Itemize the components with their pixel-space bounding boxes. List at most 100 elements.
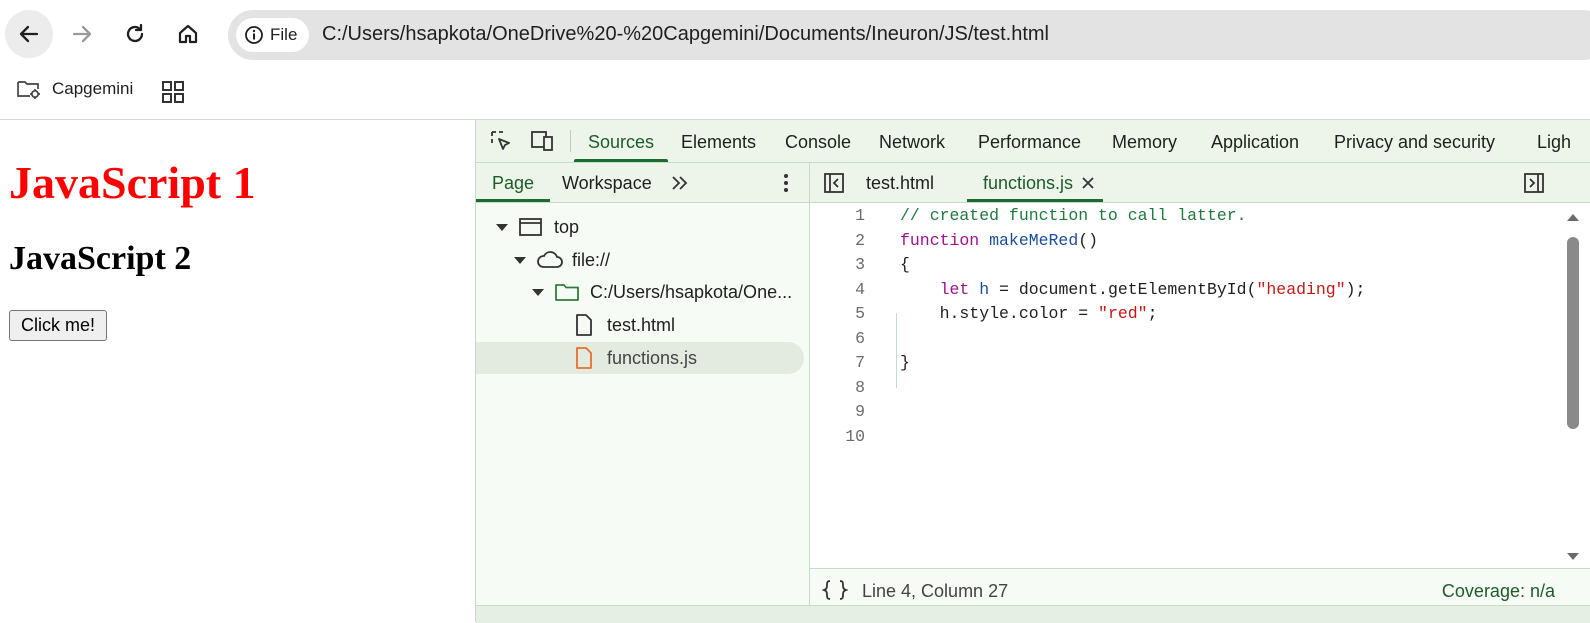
tab-memory[interactable]: Memory: [1112, 120, 1177, 162]
tree-item-test-html[interactable]: test.html: [476, 309, 804, 341]
js-file-icon: [576, 347, 592, 369]
code-text: function makeMeRed(): [900, 230, 1099, 250]
scrollbar-thumb[interactable]: [1567, 237, 1579, 429]
reload-button[interactable]: [111, 10, 159, 58]
tab-performance[interactable]: Performance: [978, 120, 1081, 162]
code-text: h.style.color = "red";: [900, 304, 1158, 323]
tab-separator: [570, 130, 571, 152]
heading-javascript-1: JavaScript 1: [9, 157, 256, 208]
code-text: {: [900, 255, 910, 274]
tab-application[interactable]: Application: [1211, 120, 1299, 162]
navigator-tabs: Page Workspace: [475, 163, 809, 203]
expand-triangle-icon[interactable]: [532, 288, 544, 296]
bookmark-label: Capgemini: [52, 79, 134, 98]
line-number: 1: [855, 206, 865, 225]
tree-item-label: C:/Users/hsapkota/One...: [590, 281, 793, 302]
editor-tab-functions-js[interactable]: functions.js: [966, 163, 1104, 202]
url-text[interactable]: C:/Users/hsapkota/OneDrive%20-%20Capgemi…: [322, 23, 1049, 46]
code-area[interactable]: 1 // created function to call latter. 2 …: [810, 203, 1590, 563]
tree-item-label: file://: [572, 249, 611, 270]
expand-triangle-icon[interactable]: [496, 223, 508, 231]
editor-tab-label: functions.js: [983, 173, 1074, 193]
line-number: 8: [855, 377, 865, 397]
tree-item-top[interactable]: top: [476, 211, 804, 243]
more-tabs-chevron-icon[interactable]: [669, 173, 691, 193]
info-icon: [245, 26, 263, 44]
bookmarks-bar: Capgemini: [0, 68, 1590, 120]
close-icon[interactable]: [1081, 176, 1095, 190]
tree-item-label: functions.js: [607, 347, 698, 368]
reload-icon: [126, 23, 144, 43]
navigator-tab-workspace[interactable]: Workspace: [562, 163, 652, 202]
click-me-button[interactable]: Click me!: [9, 310, 108, 341]
code-text: }: [900, 353, 910, 372]
devtools-panel: Sources Elements Console Network Perform…: [475, 120, 1590, 623]
home-button[interactable]: [164, 10, 212, 58]
cursor-position: Line 4, Column 27: [862, 581, 1009, 601]
code-text: // created function to call latter.: [900, 206, 1247, 225]
code-line: 7 }: [810, 350, 1570, 374]
tab-elements[interactable]: Elements: [681, 120, 756, 162]
source-editor: test.html functions.js 1 // created func…: [810, 163, 1590, 622]
kebab-menu-icon[interactable]: [776, 172, 796, 194]
tab-sources[interactable]: Sources: [573, 120, 669, 162]
devtools-tab-bar: Sources Elements Console Network Perform…: [476, 120, 1590, 163]
tree-item-file-origin[interactable]: file://: [476, 244, 804, 276]
code-line: 5 h.style.color = "red";: [810, 301, 1570, 325]
tree-item-functions-js[interactable]: functions.js: [476, 342, 804, 374]
back-button[interactable]: [5, 10, 53, 58]
inspect-element-icon[interactable]: [489, 129, 513, 153]
device-toolbar-icon[interactable]: [529, 129, 555, 153]
toggle-navigator-icon[interactable]: [822, 171, 846, 195]
line-number: 9: [855, 402, 865, 421]
editor-tab-test-html[interactable]: test.html: [866, 163, 934, 202]
line-number: 4: [855, 279, 865, 299]
file-icon: [576, 314, 592, 336]
sources-navigator: Page Workspace top file:// C:/Users/hsap…: [475, 163, 810, 622]
scroll-down-arrow-icon[interactable]: [1565, 551, 1581, 563]
tree-item-label: test.html: [607, 314, 676, 335]
navigator-tab-page[interactable]: Page: [475, 163, 551, 202]
frame-icon: [519, 218, 542, 236]
tree-item-folder[interactable]: C:/Users/hsapkota/One...: [476, 276, 804, 308]
home-icon: [178, 24, 198, 44]
folder-icon: [555, 284, 579, 301]
tab-lighthouse[interactable]: Ligh: [1537, 120, 1571, 162]
tab-console[interactable]: Console: [785, 120, 851, 162]
forward-arrow-icon: [72, 25, 92, 43]
browser-toolbar: File C:/Users/hsapkota/OneDrive%20-%20Ca…: [0, 0, 1590, 68]
back-arrow-icon: [19, 25, 39, 43]
line-number: 5: [855, 304, 865, 323]
apps-button[interactable]: [160, 79, 186, 110]
code-line: 3 {: [810, 252, 1570, 276]
forward-button[interactable]: [58, 10, 106, 58]
address-chip-label: File: [270, 25, 298, 44]
address-bar[interactable]: File C:/Users/hsapkota/OneDrive%20-%20Ca…: [228, 10, 1590, 60]
line-number: 3: [855, 255, 865, 274]
code-text: let h = document.getElementById("heading…: [939, 279, 1366, 299]
managed-folder-icon: [17, 81, 40, 99]
line-number: 2: [855, 230, 865, 250]
line-number: 6: [855, 328, 865, 348]
scroll-up-arrow-icon[interactable]: [1565, 211, 1581, 223]
expand-triangle-icon[interactable]: [514, 256, 526, 264]
code-line: 10: [810, 424, 1570, 448]
code-line: 6: [810, 326, 1570, 350]
tab-network[interactable]: Network: [879, 120, 945, 162]
coverage-status[interactable]: Coverage: n/a: [1442, 581, 1555, 602]
code-line: 1 // created function to call latter.: [810, 203, 1570, 227]
code-line: 2 function makeMeRed(): [810, 228, 1570, 252]
heading-javascript-2: JavaScript 2: [9, 240, 192, 277]
toggle-debugger-icon[interactable]: [1522, 171, 1546, 195]
site-info-chip[interactable]: File: [236, 18, 310, 52]
line-number: 10: [845, 426, 865, 446]
bookmark-folder-capgemini[interactable]: Capgemini: [16, 78, 133, 100]
page-content: JavaScript 1 JavaScript 2 Click me!: [0, 120, 475, 622]
code-line: 4 let h = document.getElementById("headi…: [810, 277, 1570, 301]
editor-tabs: test.html functions.js: [810, 163, 1590, 203]
tab-privacy-and-security[interactable]: Privacy and security: [1334, 120, 1495, 162]
editor-scrollbar[interactable]: [1565, 211, 1579, 563]
code-line: 9: [810, 399, 1570, 423]
line-number: 7: [855, 353, 865, 372]
pretty-print-braces-icon[interactable]: [822, 579, 848, 601]
